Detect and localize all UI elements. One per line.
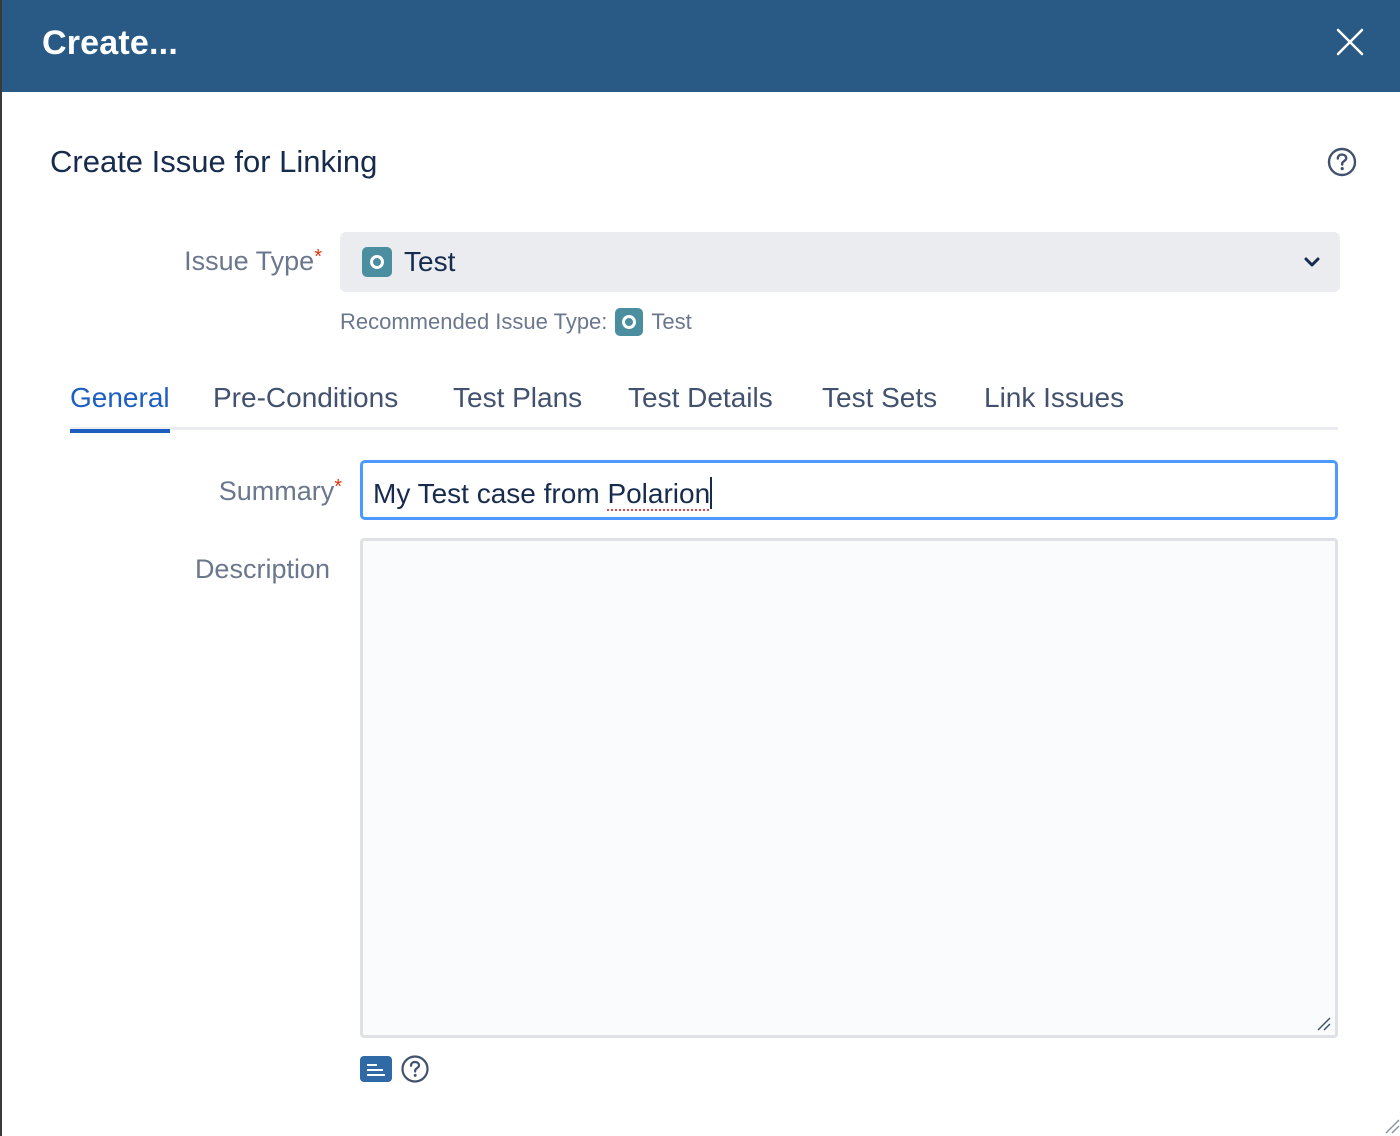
issue-type-label: Issue Type* [184,246,322,276]
form-subtitle: Create Issue for Linking [50,144,378,179]
create-dialog: Create... Create Issue for Linking Issue… [0,0,1400,1136]
recommended-value: Test [651,309,692,334]
text-caret [710,477,713,509]
tab-bar: General Pre-Conditions Test Plans Test D… [70,382,1338,433]
misspelled-word: Polarion [607,478,711,509]
recommended-label: Recommended Issue Type: [340,309,608,334]
text-mode-toggle-button[interactable] [360,1056,392,1082]
issue-type-value: Test [404,246,456,277]
text-lines-icon [367,1064,377,1066]
chevron-down-icon [1304,257,1320,267]
required-marker: * [314,246,322,268]
dialog-header: Create... [2,0,1400,92]
recommended-issue-type: Recommended Issue Type: Test [340,308,692,336]
help-icon [401,1055,429,1083]
issue-type-select[interactable]: Test [340,232,1340,292]
tab-general[interactable]: General [70,382,170,433]
test-issue-type-icon [362,247,392,277]
summary-input[interactable]: My Test case from Polarion [360,460,1338,520]
tab-test-sets[interactable]: Test Sets [822,382,937,430]
dialog-title: Create... [42,24,178,62]
close-icon [1336,28,1364,56]
summary-text: My Test case from [373,478,608,509]
help-button[interactable] [1326,146,1358,178]
formatting-help-button[interactable] [400,1054,430,1084]
resize-handle-icon[interactable] [1315,1015,1331,1031]
test-issue-type-icon [615,308,644,336]
tab-pre-conditions[interactable]: Pre-Conditions [213,382,398,430]
dialog-resize-icon[interactable] [1382,1116,1400,1134]
tab-test-details[interactable]: Test Details [628,382,773,430]
close-button[interactable] [1328,22,1372,62]
help-icon [1327,147,1357,177]
description-textarea[interactable] [360,538,1338,1038]
description-label: Description [194,554,330,584]
required-marker: * [334,476,342,498]
tab-test-plans[interactable]: Test Plans [453,382,582,430]
summary-label: Summary* [218,476,342,506]
tab-link-issues[interactable]: Link Issues [984,382,1124,430]
